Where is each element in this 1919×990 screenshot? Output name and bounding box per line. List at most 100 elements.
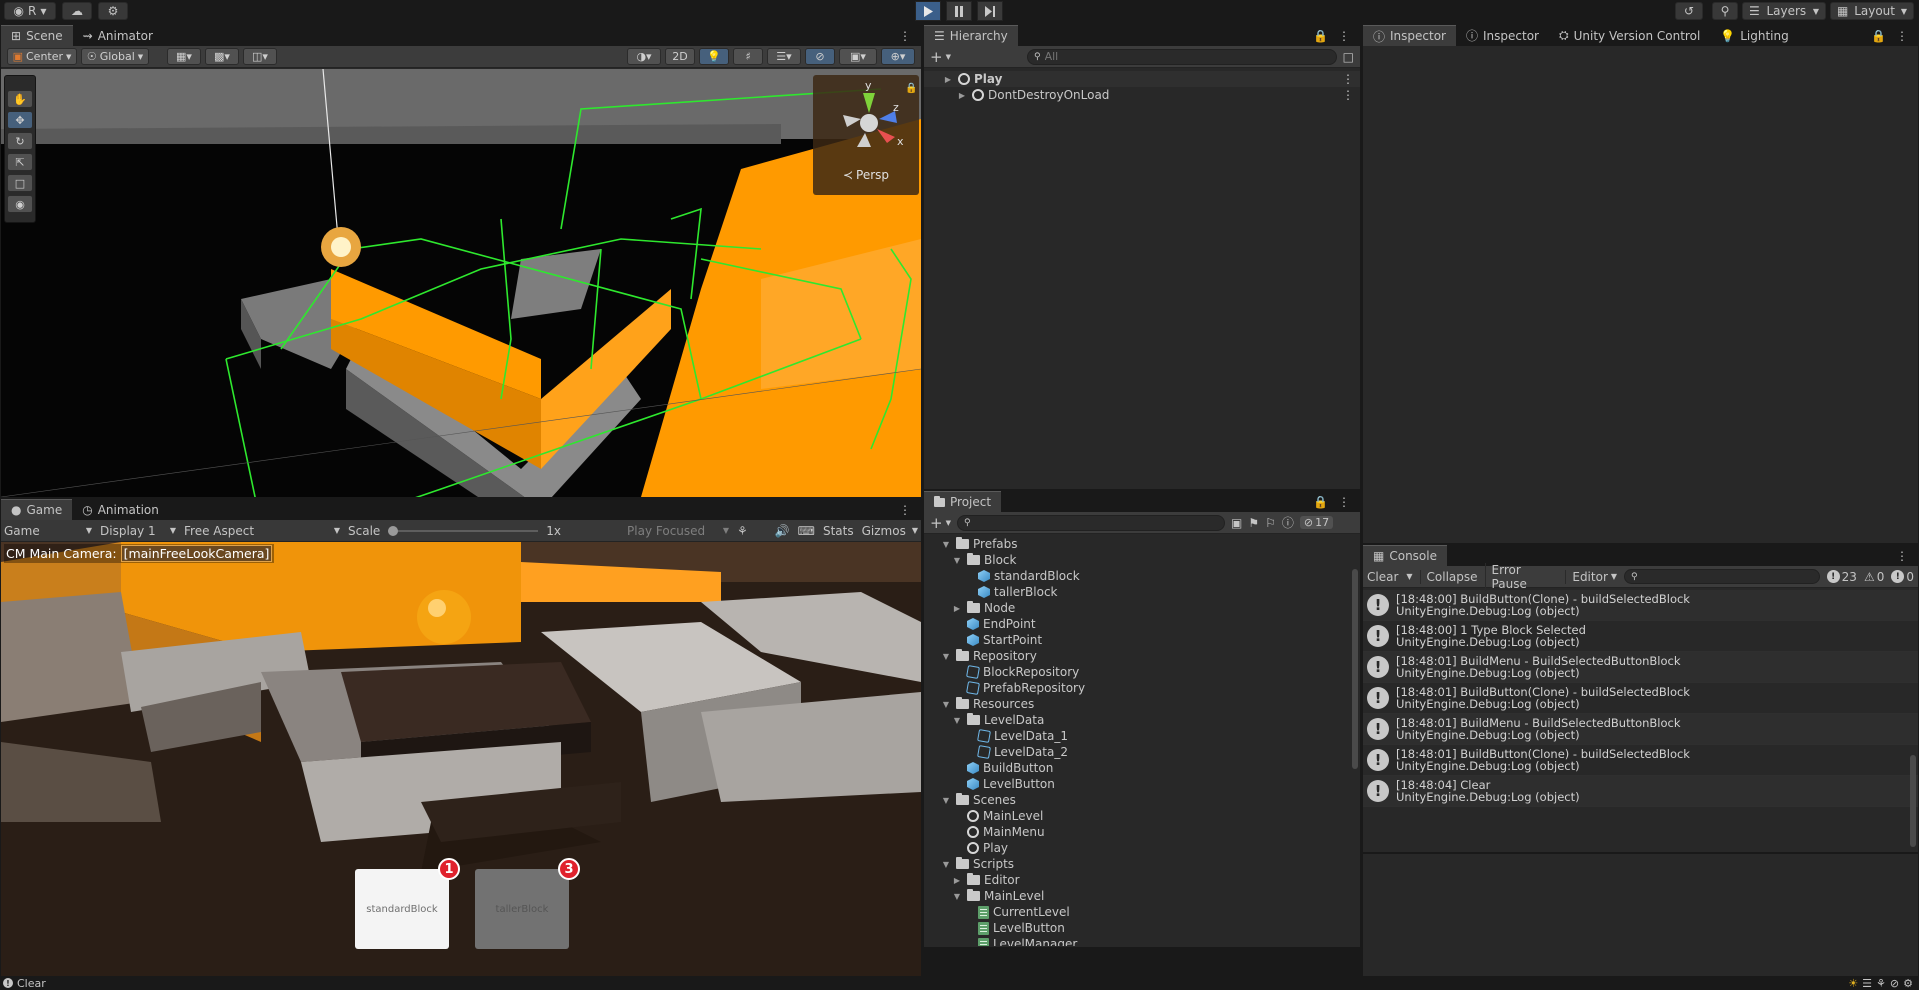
keyboard-icon[interactable]: ⌨	[798, 524, 815, 538]
project-tree-item[interactable]: ▼ Prefabs	[924, 536, 1360, 552]
project-search-field[interactable]: ⚲	[956, 514, 1225, 531]
fold-arrow-icon[interactable]: ▼	[951, 716, 963, 725]
bug-icon[interactable]: ⚘	[737, 524, 748, 538]
play-button[interactable]	[915, 1, 941, 21]
project-tree-item[interactable]: ▶ Editor	[924, 872, 1360, 888]
console-log-entry[interactable]: ! [18:48:00] BuildButton(Clone) - buildSe…	[1363, 590, 1918, 621]
fold-arrow-icon[interactable]: ▼	[940, 540, 952, 549]
project-tree-item[interactable]: StartPoint	[924, 632, 1360, 648]
search-by-type-icon[interactable]: ▣	[1231, 516, 1242, 530]
project-tree-item[interactable]: MainMenu	[924, 824, 1360, 840]
project-tree-item[interactable]: ▼ MainLevel	[924, 888, 1360, 904]
increment-snap-button[interactable]: ◫▾	[243, 48, 277, 65]
history-button[interactable]: ↺	[1675, 2, 1703, 20]
tab-project[interactable]: Project	[924, 491, 1002, 512]
console-log-entry[interactable]: ! [18:48:01] BuildMenu - BuildSelectedBut…	[1363, 652, 1918, 683]
hidden-packages-button[interactable]: ⊘ 17	[1299, 516, 1334, 529]
play-focus-dropdown[interactable]: Play Focused ▼	[627, 524, 729, 538]
fold-arrow-icon[interactable]: ▼	[940, 652, 952, 661]
project-tree-item[interactable]: PrefabRepository	[924, 680, 1360, 696]
scene-visibility-toggle[interactable]: ⊘	[805, 48, 835, 65]
project-tree-item[interactable]: LevelButton	[924, 920, 1360, 936]
fold-arrow-icon[interactable]: ▼	[940, 796, 952, 805]
lighting-toggle[interactable]: 💡	[699, 48, 729, 65]
tab-scene[interactable]: ⊞ Scene	[1, 25, 73, 46]
pivot-space-dropdown[interactable]: ☉ Global ▼	[81, 48, 149, 65]
tab-animation[interactable]: ◷ Animation	[72, 499, 169, 520]
project-tree-item[interactable]: Play	[924, 840, 1360, 856]
status-message[interactable]: Clear	[17, 977, 46, 990]
tab-inspector-2[interactable]: ⓘ Inspector	[1456, 25, 1549, 46]
console-log-entry[interactable]: ! [18:48:01] BuildButton(Clone) - buildSe…	[1363, 745, 1918, 776]
tab-game[interactable]: ● Game	[1, 499, 73, 520]
tab-hierarchy[interactable]: ☰ Hierarchy	[924, 25, 1018, 46]
project-tree-item[interactable]: ▼ Scripts	[924, 856, 1360, 872]
lock-icon[interactable]: 🔒	[1313, 495, 1328, 509]
error-filter-toggle[interactable]: ! 0	[1891, 570, 1914, 584]
grid-snap-button[interactable]: ▦▾	[167, 48, 201, 65]
mute-audio-icon[interactable]: 🔊	[775, 524, 790, 538]
log-filter-toggle[interactable]: ! 23	[1826, 570, 1857, 584]
game-viewport[interactable]: CM Main Camera: [mainFreeLookCamera] sta…	[1, 542, 921, 976]
2d-toggle[interactable]: 2D	[665, 48, 695, 65]
pause-button[interactable]	[946, 1, 972, 21]
grid-visibility-button[interactable]: ▩▾	[205, 48, 239, 65]
pivot-mode-dropdown[interactable]: ▣ Center ▼	[7, 48, 77, 65]
hierarchy-search-input[interactable]	[1044, 50, 1245, 63]
project-tree-item[interactable]: BuildButton	[924, 760, 1360, 776]
hierarchy-search-field[interactable]: ⚲	[1026, 48, 1337, 65]
search-by-label-icon[interactable]: ⚑	[1248, 516, 1259, 530]
hierarchy-item-play[interactable]: ▶ Play ⋮	[924, 71, 1360, 87]
tab-inspector[interactable]: ⓘ Inspector	[1363, 25, 1456, 46]
console-search-field[interactable]: ⚲	[1624, 569, 1820, 584]
project-tree-item[interactable]: ▼ Resources	[924, 696, 1360, 712]
cloud-button[interactable]: ☁	[62, 2, 92, 20]
scale-slider[interactable]	[388, 524, 539, 538]
fold-arrow-icon[interactable]: ▼	[940, 860, 952, 869]
camera-settings-button[interactable]: ▣▾	[839, 48, 877, 65]
gizmos-toggle[interactable]: ⊕▾	[881, 48, 915, 65]
project-tree-item[interactable]: LevelButton	[924, 776, 1360, 792]
fold-arrow-icon[interactable]: ▶	[951, 876, 963, 885]
draw-mode-button[interactable]: ◑▾	[627, 48, 661, 65]
layout-dropdown[interactable]: ▦ Layout ▼	[1830, 2, 1914, 20]
console-log-entry[interactable]: ! [18:48:01] BuildButton(Clone) - buildSe…	[1363, 683, 1918, 714]
project-tree-item[interactable]: LevelData_1	[924, 728, 1360, 744]
network-icon[interactable]: ☰	[1862, 977, 1872, 990]
lock-icon[interactable]: 🔒	[1871, 29, 1886, 43]
kebab-menu-icon[interactable]: ⋮	[1338, 29, 1350, 43]
project-tree-item[interactable]: ▼ LevelData	[924, 712, 1360, 728]
display-dropdown[interactable]: Display 1 ▼	[100, 524, 176, 538]
create-dropdown[interactable]: + ▼	[930, 48, 951, 66]
scene-menu-button[interactable]: ⋮	[889, 25, 921, 46]
kebab-menu-icon[interactable]: ⋮	[1342, 88, 1354, 102]
lighting-progress-icon[interactable]: ☀	[1848, 977, 1858, 990]
project-tree-item[interactable]: standardBlock	[924, 568, 1360, 584]
collapse-toggle[interactable]: Collapse	[1419, 569, 1478, 584]
lock-icon[interactable]: 🔒	[1313, 29, 1328, 43]
project-tree-item[interactable]: CurrentLevel	[924, 904, 1360, 920]
scene-viewport[interactable]: ✋ ✥ ↻ ⇱ □ ◉ y z x 🔒 ≺ Persp	[1, 69, 921, 497]
fold-arrow-icon[interactable]: ▶	[951, 604, 963, 613]
project-tree-item[interactable]: MainLevel	[924, 808, 1360, 824]
create-dropdown[interactable]: + ▼	[930, 514, 951, 532]
standard-block-button[interactable]: standardBlock 1	[355, 858, 460, 949]
editor-target-dropdown[interactable]: Editor ▼	[1565, 569, 1617, 584]
project-tree-item[interactable]: EndPoint	[924, 616, 1360, 632]
kebab-menu-icon[interactable]: ⋮	[1896, 549, 1908, 563]
info-icon[interactable]: ⓘ	[1282, 514, 1294, 531]
tab-version-control[interactable]: ⛭ Unity Version Control	[1549, 25, 1710, 46]
debug-icon[interactable]: ⚘	[1876, 977, 1886, 990]
orientation-gizmo[interactable]: y z x 🔒 ≺ Persp	[813, 75, 919, 195]
settings-icon[interactable]: ⚙	[1903, 977, 1913, 990]
persp-toggle[interactable]: ≺ Persp	[813, 168, 919, 182]
project-tree-item[interactable]: ▼ Block	[924, 552, 1360, 568]
step-button[interactable]	[977, 1, 1003, 21]
audio-toggle[interactable]: ♯	[733, 48, 763, 65]
game-view-dropdown[interactable]: Game ▼	[4, 524, 92, 538]
rotate-tool[interactable]: ↻	[7, 132, 33, 150]
project-tree-item[interactable]: ▶ Node	[924, 600, 1360, 616]
account-button[interactable]: ◉ R ▼	[4, 2, 56, 20]
aspect-dropdown[interactable]: Free Aspect ▼	[184, 524, 340, 538]
scale-tool[interactable]: ⇱	[7, 153, 33, 171]
